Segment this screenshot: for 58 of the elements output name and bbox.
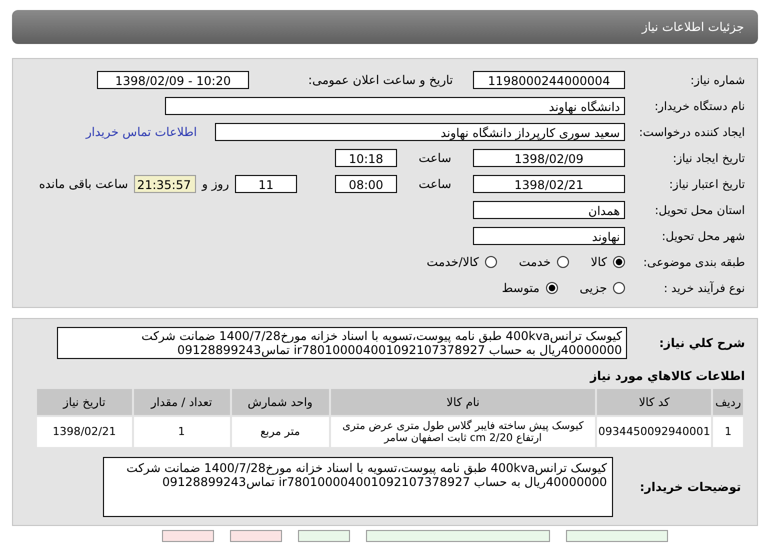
field-label: ساعت bbox=[418, 177, 452, 191]
days-field: 11 bbox=[235, 175, 297, 193]
description-text: کیوسک ترانس400kva طبق نامه پیوست،تسویه با اسناد خزانه مورخ1400/7/28 ضمانت شرکت 40000000ریال به حساب ir780100004001092107378927 تماس09128899243 bbox=[57, 327, 627, 359]
province-field: همدان bbox=[473, 201, 625, 219]
radio-label: کالا bbox=[590, 255, 607, 269]
field-label: تاریخ اعتبار نیاز: bbox=[668, 177, 746, 191]
radio-button[interactable] bbox=[556, 256, 569, 268]
field-label: روز و bbox=[202, 177, 229, 191]
field-label: نام دستگاه خریدار: bbox=[653, 99, 746, 113]
field-label: نوع فرآیند خرید : bbox=[662, 281, 746, 295]
buyer-notes-label: توضیحات خریدار: bbox=[638, 480, 741, 494]
time-field: 10:18 bbox=[335, 149, 397, 167]
column-header: کد کالا bbox=[596, 388, 712, 416]
section-title: اطلاعات کالاهاي مورد نياز bbox=[588, 369, 745, 383]
field-label: ساعت bbox=[418, 151, 452, 165]
remaining-time-field: 21:35:57 bbox=[134, 175, 196, 193]
city-field: نهاوند bbox=[473, 227, 625, 245]
radio-label: جزیی bbox=[580, 281, 607, 295]
field-label: شهر محل تحویل: bbox=[660, 229, 746, 243]
button-edge[interactable] bbox=[366, 530, 550, 542]
table-cell: متر مربع bbox=[230, 416, 330, 448]
field-label: شماره نیاز: bbox=[689, 73, 746, 87]
need-number-field: 1198000244000004 bbox=[473, 71, 625, 89]
date-field: 1398/02/09 bbox=[473, 149, 625, 167]
radio-button[interactable] bbox=[613, 282, 625, 294]
table-cell: 1 bbox=[132, 416, 230, 448]
column-header: تاریخ نیاز bbox=[36, 388, 133, 416]
table-cell: 1398/02/21 bbox=[36, 416, 133, 448]
field-label: ساعت باقی مانده bbox=[38, 177, 128, 191]
table-cell: 0934450092940001 bbox=[596, 416, 712, 448]
radio-label: کالا/خدمت bbox=[426, 255, 479, 269]
field-label: تاریخ ایجاد نیاز: bbox=[672, 151, 746, 165]
buyer-contact-link[interactable]: اطلاعات تماس خریدار bbox=[86, 125, 197, 139]
buyer-org-field: دانشگاه نهاوند bbox=[165, 97, 625, 115]
radio-label: متوسط bbox=[502, 281, 540, 295]
radio-button[interactable] bbox=[613, 256, 625, 268]
column-header: واحد شمارش bbox=[230, 388, 330, 416]
column-header: تعداد / مقدار bbox=[132, 388, 230, 416]
field-label: استان محل تحویل: bbox=[654, 203, 746, 217]
radio-button[interactable] bbox=[546, 282, 558, 294]
table-cell: 1 bbox=[712, 416, 744, 448]
time-field: 08:00 bbox=[335, 175, 397, 193]
buyer-notes-text: کیوسک ترانس400kva طبق نامه پیوست،تسویه با اسناد خزانه مورخ1400/7/28 ضمانت شرکت 40000000ریال به حساب ir780100004001092107378927 تماس09128899243 bbox=[103, 457, 613, 517]
announce-date-field: 1398/02/09 - 10:20 bbox=[97, 71, 249, 89]
column-header: ردیف bbox=[712, 388, 744, 416]
requester-field: سعید سوری کارپرداز دانشگاه نهاوند bbox=[215, 123, 625, 141]
page-title: جزئیات اطلاعات نیاز bbox=[642, 20, 744, 34]
date-field: 1398/02/21 bbox=[473, 175, 625, 193]
radio-label: خدمت bbox=[518, 255, 551, 269]
button-edge[interactable] bbox=[298, 530, 350, 542]
button-edge[interactable] bbox=[566, 530, 668, 542]
description-label: شرح کلي نیاز: bbox=[658, 336, 745, 350]
table-cell: کیوسک پیش ساخته فایبر گلاس طول متری عرض متری ارتفاع cm 2/20 ثابت اصفهان سامر bbox=[330, 416, 596, 448]
field-label: تاریخ و ساعت اعلان عمومی: bbox=[307, 73, 453, 87]
radio-button[interactable] bbox=[484, 256, 497, 268]
field-label: ایجاد کننده درخواست: bbox=[638, 125, 746, 139]
field-label: طبقه بندی موضوعی: bbox=[642, 255, 746, 269]
column-header: نام کالا bbox=[330, 388, 596, 416]
